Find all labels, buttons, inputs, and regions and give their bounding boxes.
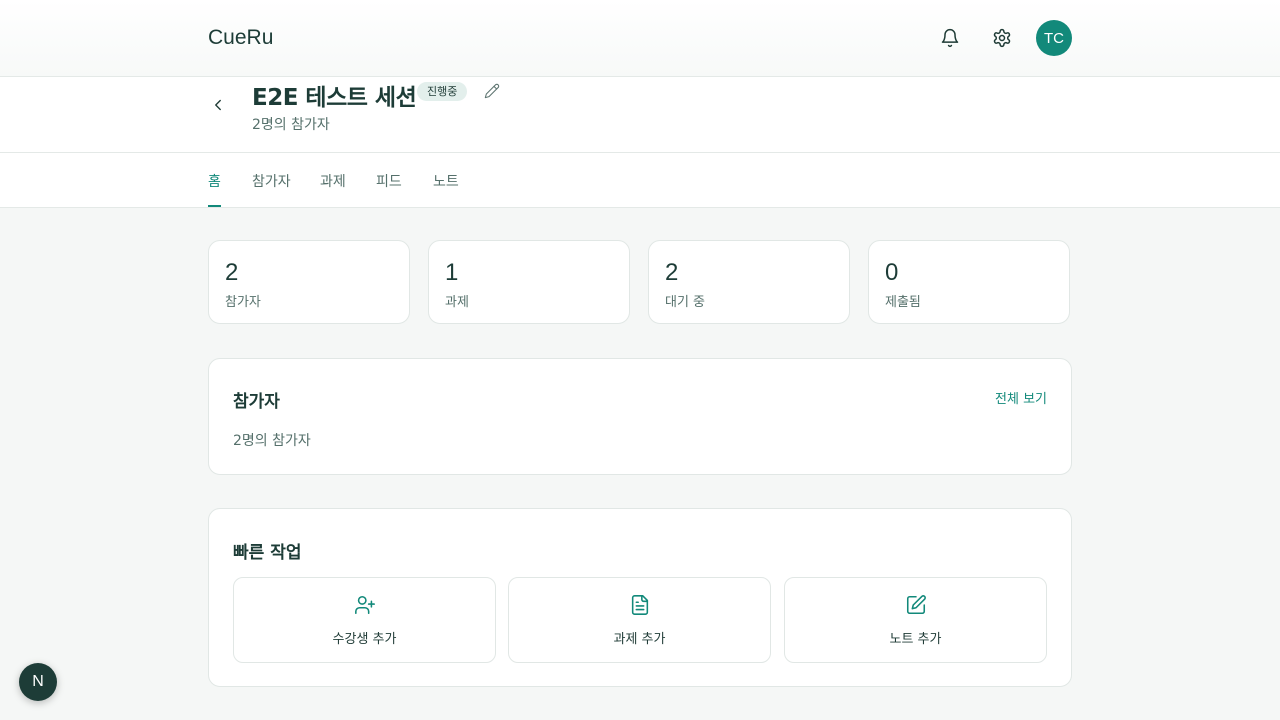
add-student-label: 수강생 추가: [332, 632, 397, 647]
status-badge: 진행중: [417, 82, 468, 101]
tab-participants[interactable]: 참가자: [252, 171, 291, 207]
gear-icon[interactable]: [986, 22, 1018, 54]
tab-feed[interactable]: 피드: [376, 171, 402, 207]
stat-label: 대기 중: [665, 295, 706, 310]
chevron-left-icon: [215, 99, 221, 111]
stat-card-assignments: 1 과제: [428, 240, 630, 324]
tab-home[interactable]: 홈: [208, 171, 221, 207]
participants-card-title: 참가자: [233, 392, 280, 412]
stat-card-participants: 2 참가자: [208, 240, 410, 324]
user-plus-icon: [354, 594, 376, 616]
brand-logo[interactable]: CueRu: [208, 26, 273, 50]
pencil-icon: [484, 83, 500, 99]
participant-count: 2명의 참가자: [252, 117, 330, 133]
quick-actions-title: 빠른 작업: [233, 543, 302, 563]
tab-bar: 홈 참가자 과제 피드 노트: [0, 153, 1280, 208]
stat-label: 제출됨: [885, 295, 921, 310]
back-button[interactable]: [206, 93, 230, 117]
stat-card-pending: 2 대기 중: [648, 240, 850, 324]
top-bar: CueRu TC: [0, 0, 1280, 77]
add-note-button[interactable]: 노트 추가: [784, 577, 1047, 663]
stat-card-submitted: 0 제출됨: [868, 240, 1070, 324]
participants-summary: 2명의 참가자: [233, 433, 311, 449]
quick-actions-card: 빠른 작업 수강생 추가 과제 추가 노트 추가: [208, 508, 1072, 687]
dev-tools-badge[interactable]: N: [19, 663, 57, 701]
stat-value: 2: [665, 259, 679, 286]
stat-label: 참가자: [225, 295, 261, 310]
tab-notes[interactable]: 노트: [433, 171, 459, 207]
session-header: E2E 테스트 세션 진행중 2명의 참가자: [0, 77, 1280, 153]
stat-value: 1: [445, 259, 459, 286]
page-title: E2E 테스트 세션: [252, 85, 417, 111]
avatar[interactable]: TC: [1036, 20, 1072, 56]
stat-value: 2: [225, 259, 239, 286]
view-all-link[interactable]: 전체 보기: [995, 388, 1047, 407]
add-assignment-label: 과제 추가: [613, 632, 666, 647]
add-note-label: 노트 추가: [889, 632, 942, 647]
stat-label: 과제: [445, 295, 469, 310]
bell-icon[interactable]: [934, 22, 966, 54]
edit-title-button[interactable]: [484, 83, 502, 101]
edit-icon: [905, 594, 927, 616]
add-student-button[interactable]: 수강생 추가: [233, 577, 496, 663]
tab-assignments[interactable]: 과제: [320, 171, 346, 207]
participants-card: 참가자 전체 보기 2명의 참가자: [208, 358, 1072, 475]
add-assignment-button[interactable]: 과제 추가: [508, 577, 771, 663]
file-icon: [629, 594, 651, 616]
stat-value: 0: [885, 259, 899, 286]
